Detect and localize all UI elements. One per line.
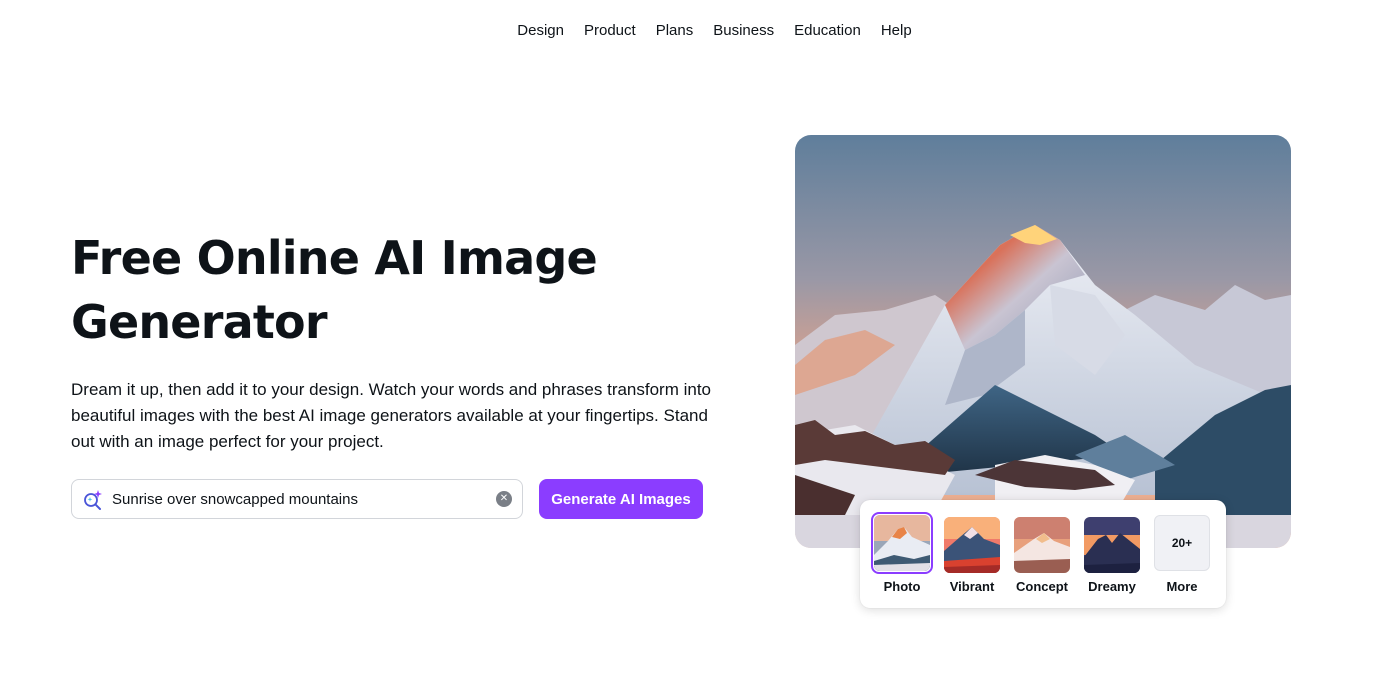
- style-label-vibrant: Vibrant: [949, 579, 995, 594]
- nav-item-plans[interactable]: Plans: [656, 21, 694, 41]
- style-thumb-frame: [871, 512, 933, 574]
- nav-item-design[interactable]: Design: [517, 21, 564, 41]
- style-option-vibrant[interactable]: Vibrant: [941, 512, 1003, 595]
- top-nav: Design Product Plans Business Education …: [0, 0, 1393, 62]
- hero-mountain-image: [795, 135, 1291, 548]
- nav-item-business[interactable]: Business: [713, 21, 774, 41]
- photo-style-thumbnail: [874, 515, 930, 571]
- page-title-line-1: Free Online AI Image: [71, 231, 598, 285]
- style-picker: Photo Vibrant Concept Dreamy 20+ More: [860, 500, 1226, 608]
- dreamy-style-thumbnail: [1084, 516, 1140, 573]
- concept-style-thumbnail: [1014, 516, 1070, 573]
- style-label-concept: Concept: [1016, 579, 1068, 594]
- sparkle-search-icon: [82, 488, 104, 510]
- style-thumb-frame: [1011, 512, 1073, 574]
- style-thumb-frame: [941, 512, 1003, 574]
- style-thumb-frame: 20+: [1151, 512, 1213, 574]
- prompt-search-box[interactable]: ✕: [71, 479, 523, 519]
- page-title-line-2: Generator: [71, 295, 328, 349]
- generate-ai-images-button[interactable]: Generate AI Images: [539, 479, 703, 519]
- style-option-more[interactable]: 20+ More: [1151, 512, 1213, 595]
- style-option-concept[interactable]: Concept: [1011, 512, 1073, 595]
- more-styles-badge: 20+: [1154, 515, 1210, 571]
- clear-icon[interactable]: ✕: [496, 491, 512, 507]
- style-label-more: More: [1166, 579, 1198, 594]
- vibrant-style-thumbnail: [944, 516, 1000, 573]
- style-option-dreamy[interactable]: Dreamy: [1081, 512, 1143, 595]
- style-label-photo: Photo: [883, 579, 921, 594]
- style-thumb-frame: [1081, 512, 1143, 574]
- nav-item-education[interactable]: Education: [794, 21, 861, 41]
- nav-item-help[interactable]: Help: [881, 21, 912, 41]
- hero-description: Dream it up, then add it to your design.…: [71, 380, 712, 451]
- page: Design Product Plans Business Education …: [0, 0, 1393, 688]
- style-label-dreamy: Dreamy: [1088, 579, 1136, 594]
- page-title: Free Online AI Image Generator: [71, 226, 711, 354]
- style-option-photo[interactable]: Photo: [871, 512, 933, 595]
- prompt-input[interactable]: [112, 490, 490, 508]
- nav-item-product[interactable]: Product: [584, 21, 636, 41]
